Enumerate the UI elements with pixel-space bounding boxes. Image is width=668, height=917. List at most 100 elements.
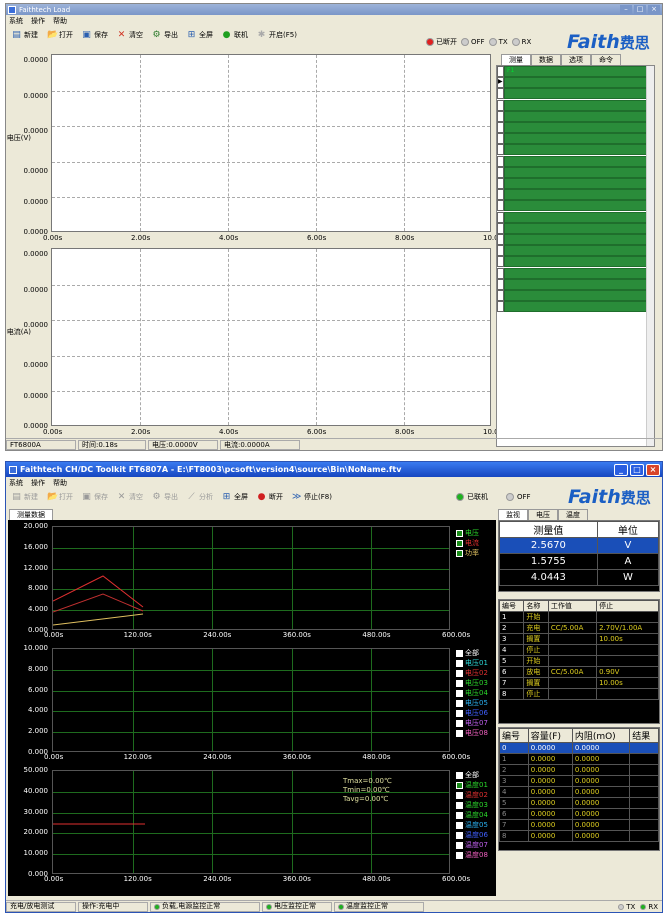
table-row[interactable] <box>497 99 647 111</box>
table-row[interactable]: 2 充电 CC/5.00A 2.70V/1.00A <box>498 622 659 634</box>
table-row[interactable]: F1 <box>497 66 647 77</box>
table-row[interactable] <box>497 189 647 201</box>
table-row[interactable]: ▶ <box>497 77 647 89</box>
table-row[interactable] <box>497 144 647 156</box>
legend-item[interactable]: 电压07 <box>456 718 488 728</box>
open-button[interactable]: 📂 打开 <box>47 30 73 40</box>
checkbox[interactable] <box>456 801 463 809</box>
checkbox[interactable] <box>456 709 463 717</box>
new-button[interactable]: ▤ 新建 <box>12 30 38 40</box>
legend-item[interactable]: 电压05 <box>456 698 488 708</box>
table-row[interactable] <box>497 211 647 223</box>
tab-measurement-data[interactable]: 测量数据 <box>9 509 53 520</box>
new-button[interactable]: ▤ 新建 <box>12 492 38 502</box>
checkbox[interactable] <box>456 811 463 819</box>
checkbox[interactable] <box>456 719 463 727</box>
checkbox[interactable] <box>456 669 463 677</box>
fullscreen-button[interactable]: ⊞ 全屏 <box>187 30 213 40</box>
table-row[interactable] <box>497 88 647 100</box>
menu-item[interactable]: 操作 <box>31 478 45 488</box>
table-row[interactable] <box>497 166 647 178</box>
table-row[interactable] <box>497 178 647 189</box>
step-table[interactable]: 编号 名称 工作值 停止 1 开始 2 充电 CC/5.00A 2.70V/1.00A 3 搁置 10.… <box>498 599 660 724</box>
legend-item[interactable]: 温度07 <box>456 840 488 850</box>
close-button[interactable]: × <box>646 463 660 476</box>
checkbox[interactable] <box>456 791 463 799</box>
table-row[interactable]: 1 0.0000 0.0000 <box>499 753 659 765</box>
legend-item[interactable]: 电流 <box>456 538 479 548</box>
connect-button[interactable]: ● 联机 <box>222 30 248 40</box>
chart1-plot[interactable] <box>51 54 491 232</box>
checkbox[interactable] <box>456 539 463 547</box>
table-row[interactable] <box>497 200 647 212</box>
checkbox[interactable] <box>456 841 463 849</box>
table-row[interactable] <box>497 133 647 145</box>
close-button[interactable]: × <box>648 5 660 14</box>
legend-item[interactable]: 电压08 <box>456 728 488 738</box>
checkbox[interactable] <box>456 659 463 667</box>
menu-item[interactable]: 系统 <box>9 478 23 488</box>
table-row[interactable] <box>497 245 647 257</box>
table-row[interactable]: 2 0.0000 0.0000 <box>499 764 659 776</box>
legend-item[interactable]: 温度04 <box>456 810 488 820</box>
table-row[interactable]: 3 搁置 10.00s <box>498 633 659 645</box>
save-button[interactable]: ▣ 保存 <box>82 30 108 40</box>
maximize-button[interactable]: □ <box>634 5 646 14</box>
table-row[interactable]: 4 0.0000 0.0000 <box>499 786 659 798</box>
chart-2-plot[interactable] <box>52 648 450 752</box>
table-row[interactable] <box>497 278 647 290</box>
chart-3-plot[interactable]: Tmax=0.00℃ Tmin=0.00℃ Tavg=0.00℃ <box>52 770 450 874</box>
checkbox[interactable] <box>456 771 463 779</box>
table-row[interactable] <box>497 234 647 245</box>
legend-item[interactable]: 温度01 <box>456 780 488 790</box>
checkbox[interactable] <box>456 831 463 839</box>
chart2-plot[interactable] <box>51 248 491 426</box>
table-row[interactable]: 1 开始 <box>498 611 659 623</box>
cell-result-table[interactable]: 编号 容量(F) 内阻(mO) 结果 0 0.0000 0.0000 1 0.0000 0.000… <box>498 727 660 851</box>
checkbox[interactable] <box>456 689 463 697</box>
legend-item[interactable]: 功率 <box>456 548 479 558</box>
legend-item[interactable]: 温度06 <box>456 830 488 840</box>
vertical-scrollbar[interactable] <box>646 66 654 446</box>
analyze-button[interactable]: ⟋ 分析 <box>187 492 213 502</box>
legend-item[interactable]: 温度02 <box>456 790 488 800</box>
menu-item[interactable]: 操作 <box>31 16 45 26</box>
table-row[interactable]: 6 放电 CC/5.00A 0.90V <box>498 666 659 678</box>
save-button[interactable]: ▣ 保存 <box>82 492 108 502</box>
menu-item[interactable]: 帮助 <box>53 16 67 26</box>
table-row[interactable] <box>497 301 647 313</box>
table-row[interactable] <box>497 290 647 301</box>
tab-0[interactable]: 监视 <box>498 509 528 520</box>
data-grid[interactable]: F1 ▶ <box>496 65 655 447</box>
tab-3[interactable]: 命令 <box>591 54 621 65</box>
legend-item[interactable]: 全部 <box>456 770 488 780</box>
table-row[interactable] <box>497 110 647 122</box>
table-row[interactable]: 5 0.0000 0.0000 <box>499 797 659 809</box>
open-button[interactable]: 📂 打开 <box>47 492 73 502</box>
menu-item[interactable]: 帮助 <box>53 478 67 488</box>
legend-item[interactable]: 电压 <box>456 528 479 538</box>
minimize-button[interactable]: _ <box>614 463 628 476</box>
start-button[interactable]: ✱ 开启(F5) <box>257 30 297 40</box>
legend-item[interactable]: 电压03 <box>456 678 488 688</box>
tab-1[interactable]: 数据 <box>531 54 561 65</box>
table-row[interactable] <box>497 222 647 234</box>
chart-1-plot[interactable] <box>52 526 450 630</box>
checkbox[interactable] <box>456 699 463 707</box>
legend-item[interactable]: 电压01 <box>456 658 488 668</box>
checkbox[interactable] <box>456 529 463 537</box>
tab-1[interactable]: 电压 <box>528 509 558 520</box>
tab-2[interactable]: 温度 <box>558 509 588 520</box>
checkbox[interactable] <box>456 549 463 557</box>
fullscreen-button[interactable]: ⊞ 全屏 <box>222 492 248 502</box>
table-row[interactable] <box>497 155 647 167</box>
checkbox[interactable] <box>456 649 463 657</box>
tab-2[interactable]: 选项 <box>561 54 591 65</box>
legend-item[interactable]: 电压02 <box>456 668 488 678</box>
table-row[interactable]: 3 0.0000 0.0000 <box>499 775 659 787</box>
legend-item[interactable]: 温度03 <box>456 800 488 810</box>
table-row[interactable] <box>497 267 647 279</box>
checkbox[interactable] <box>456 851 463 859</box>
checkbox[interactable] <box>456 679 463 687</box>
checkbox[interactable] <box>456 729 463 737</box>
